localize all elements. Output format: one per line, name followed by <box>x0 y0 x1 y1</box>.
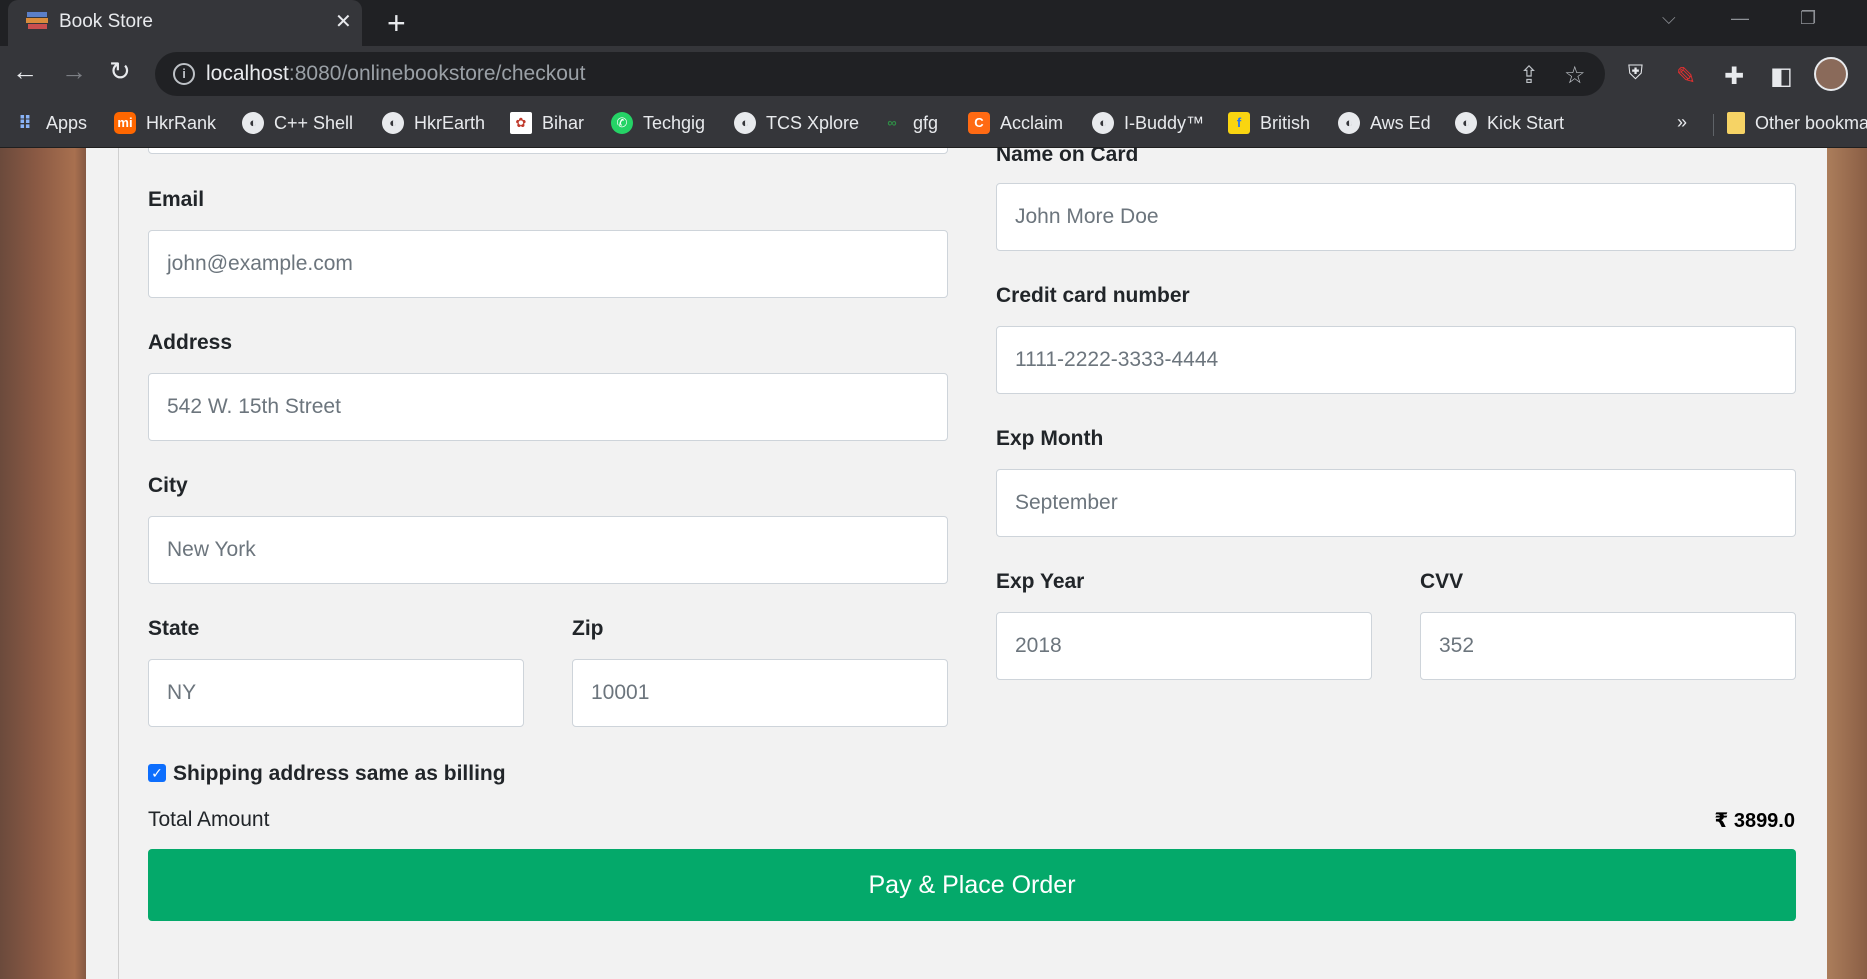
bookmark-techgig[interactable]: ✆ Techgig <box>611 112 705 138</box>
exp-year-label: Exp Year <box>996 570 1085 593</box>
bookmark-kick-start[interactable]: ◐ Kick Start <box>1455 112 1564 138</box>
browser-tab[interactable]: Book Store ✕ <box>8 0 362 46</box>
minimize-icon[interactable]: — <box>1731 8 1749 29</box>
bookmarks-bar: ⠿ Apps mi HkrRank ◐ C++ Shell ◐ HkrEarth ✿ Bi… <box>0 102 1867 148</box>
state-field[interactable]: NY <box>148 659 524 727</box>
url-text[interactable]: localhost:8080/onlinebookstore/checkout <box>206 62 585 86</box>
name-on-card-field[interactable]: John More Doe <box>996 183 1796 251</box>
bookmark-apps[interactable]: ⠿ Apps <box>14 112 87 138</box>
bookmark-hkrrank[interactable]: mi HkrRank <box>114 112 216 138</box>
exp-month-field[interactable]: September <box>996 469 1796 537</box>
cvv-label: CVV <box>1420 570 1464 593</box>
address-field[interactable]: 542 W. 15th Street <box>148 373 948 441</box>
bookmark-aws-ed[interactable]: ◐ Aws Ed <box>1338 112 1431 138</box>
back-icon[interactable]: ← <box>12 58 38 84</box>
bookmark-hkrearth[interactable]: ◐ HkrEarth <box>382 112 485 138</box>
exp-year-field[interactable]: 2018 <box>996 612 1372 680</box>
reload-icon[interactable]: ↻ <box>109 58 131 84</box>
bookmark-bihar[interactable]: ✿ Bihar <box>510 112 584 138</box>
previous-field[interactable] <box>148 148 948 154</box>
address-label: Address <box>148 331 233 354</box>
new-tab-button[interactable]: + <box>387 5 406 42</box>
bookmark-cpp-shell[interactable]: ◐ C++ Shell <box>242 112 353 138</box>
bookmark-star-icon[interactable]: ☆ <box>1564 61 1586 90</box>
total-amount-value: ₹ 3899.0 <box>1714 810 1795 832</box>
zip-label: Zip <box>572 617 604 640</box>
emblem-icon: ✿ <box>510 112 532 135</box>
bookmark-british[interactable]: f British <box>1228 112 1310 138</box>
gfg-icon: ∞ <box>887 115 897 131</box>
globe-icon: ◐ <box>242 112 264 135</box>
tab-strip: Book Store ✕ + ⌵ — ❐ <box>0 0 1867 46</box>
globe-icon: ◐ <box>734 112 756 135</box>
extensions-puzzle-icon[interactable]: ✚ <box>1724 62 1744 91</box>
total-amount-label: Total Amount <box>148 808 270 831</box>
share-icon[interactable]: ⇪ <box>1519 61 1539 90</box>
bookmarks-overflow-icon[interactable]: » <box>1677 112 1687 138</box>
same-address-label[interactable]: Shipping address same as billing <box>173 762 506 786</box>
whatsapp-icon: ✆ <box>611 112 633 135</box>
name-on-card-label: Name on Card <box>996 148 1139 166</box>
container-border <box>118 148 119 979</box>
bookmark-other[interactable]: Other bookma <box>1727 112 1867 138</box>
acclaim-icon: C <box>968 112 990 135</box>
address-bar[interactable]: i localhost:8080/onlinebookstore/checkou… <box>155 52 1605 96</box>
bookmark-acclaim[interactable]: C Acclaim <box>968 112 1063 138</box>
flipkart-icon: f <box>1228 112 1250 135</box>
tab-search-icon[interactable]: ⌵ <box>1662 8 1676 29</box>
books-favicon-icon <box>26 12 48 29</box>
globe-icon: ◐ <box>1455 112 1477 135</box>
card-number-label: Credit card number <box>996 284 1190 307</box>
city-label: City <box>148 474 188 497</box>
card-number-field[interactable]: 1111-2222-3333-4444 <box>996 326 1796 394</box>
forward-icon[interactable]: → <box>61 58 87 84</box>
same-address-checkbox[interactable]: ✓ <box>148 764 166 782</box>
folder-icon <box>1727 112 1745 135</box>
bookmark-ibuddy[interactable]: ◐ I-Buddy™ <box>1092 112 1204 138</box>
tab-close-icon[interactable]: ✕ <box>335 9 352 34</box>
globe-icon: ◐ <box>1092 112 1114 135</box>
cvv-field[interactable]: 352 <box>1420 612 1796 680</box>
globe-icon: ◐ <box>382 112 404 135</box>
site-info-icon[interactable]: i <box>173 63 195 85</box>
profile-avatar[interactable] <box>1814 57 1848 91</box>
zip-field[interactable]: 10001 <box>572 659 948 727</box>
pay-place-order-button[interactable]: Pay & Place Order <box>148 849 1796 921</box>
email-field[interactable]: john@example.com <box>148 230 948 298</box>
page-background: Email john@example.com Address 542 W. 15… <box>0 148 1867 979</box>
globe-icon: ◐ <box>1338 112 1360 135</box>
bookmark-tcs-xplore[interactable]: ◐ TCS Xplore <box>734 112 859 138</box>
browser-toolbar: ← → ↻ i localhost:8080/onlinebookstore/c… <box>0 46 1867 102</box>
apps-grid-icon: ⠿ <box>17 113 33 134</box>
tab-title: Book Store <box>59 11 153 32</box>
extension-b-icon[interactable]: ⛨ <box>1628 62 1643 85</box>
restore-icon[interactable]: ❐ <box>1800 8 1816 29</box>
exp-month-label: Exp Month <box>996 427 1104 450</box>
city-field[interactable]: New York <box>148 516 948 584</box>
bookmarks-divider <box>1713 114 1714 136</box>
state-label: State <box>148 617 200 640</box>
email-label: Email <box>148 188 205 211</box>
bookmark-gfg[interactable]: ∞ gfg <box>881 112 938 138</box>
side-panel-icon[interactable]: ◧ <box>1770 62 1793 91</box>
mi-icon: mi <box>114 112 136 135</box>
pen-extension-icon[interactable]: ✎ <box>1676 62 1696 91</box>
